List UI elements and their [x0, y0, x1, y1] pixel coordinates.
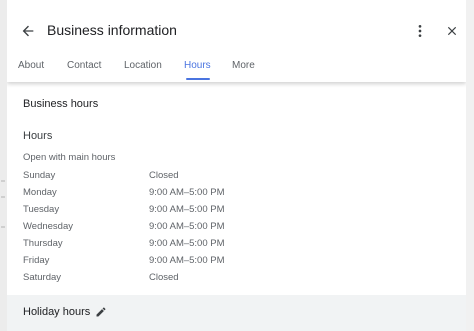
background-edge-left — [0, 0, 7, 331]
pencil-icon — [96, 307, 106, 317]
active-tab-indicator — [186, 78, 210, 80]
business-info-panel: Business information About Contact Locat… — [7, 0, 466, 331]
day-label: Tuesday — [23, 204, 60, 215]
tab-location[interactable]: Location — [124, 60, 162, 71]
section-title: Business hours — [23, 98, 99, 110]
hours-subtitle: Hours — [23, 130, 53, 142]
more-vert-icon — [418, 25, 422, 37]
edge-mark — [1, 226, 5, 228]
tab-bar: About Contact Location Hours More — [7, 56, 466, 82]
panel-header: Business information About Contact Locat… — [7, 0, 466, 82]
more-options-button[interactable] — [412, 22, 428, 40]
day-hours: 9:00 AM–5:00 PM — [149, 221, 225, 232]
hours-row: Sunday Closed — [23, 170, 283, 184]
day-label: Saturday — [23, 272, 62, 283]
tab-more[interactable]: More — [232, 60, 255, 71]
day-hours: 9:00 AM–5:00 PM — [149, 238, 225, 249]
back-button[interactable] — [19, 22, 37, 40]
edge-mark — [1, 180, 5, 182]
day-hours: Closed — [149, 170, 179, 181]
holiday-hours-label: Holiday hours — [23, 306, 91, 318]
hours-row: Thursday 9:00 AM–5:00 PM — [23, 238, 283, 252]
tab-about[interactable]: About — [18, 60, 44, 71]
hours-row: Saturday Closed — [23, 272, 283, 286]
day-hours: 9:00 AM–5:00 PM — [149, 204, 225, 215]
edge-mark — [1, 196, 5, 198]
edit-holiday-hours-button[interactable] — [94, 305, 108, 319]
background-edge-right — [466, 0, 474, 331]
holiday-hours-section: Holiday hours — [7, 295, 466, 331]
day-label: Monday — [23, 187, 57, 198]
close-icon — [447, 26, 457, 36]
day-label: Sunday — [23, 170, 56, 181]
hours-row: Tuesday 9:00 AM–5:00 PM — [23, 204, 283, 218]
hours-row: Friday 9:00 AM–5:00 PM — [23, 255, 283, 269]
day-hours: 9:00 AM–5:00 PM — [149, 187, 225, 198]
hours-row: Monday 9:00 AM–5:00 PM — [23, 187, 283, 201]
day-label: Friday — [23, 255, 50, 266]
page-title: Business information — [47, 22, 177, 38]
close-button[interactable] — [443, 22, 461, 40]
tab-hours[interactable]: Hours — [184, 60, 211, 71]
hours-content: Business hours Hours Open with main hour… — [7, 82, 466, 331]
day-label: Thursday — [23, 238, 63, 249]
tab-contact[interactable]: Contact — [67, 60, 101, 71]
arrow-left-icon — [22, 25, 34, 37]
hours-row: Wednesday 9:00 AM–5:00 PM — [23, 221, 283, 235]
hours-note: Open with main hours — [23, 152, 116, 163]
day-hours: 9:00 AM–5:00 PM — [149, 255, 225, 266]
day-label: Wednesday — [23, 221, 73, 232]
day-hours: Closed — [149, 272, 179, 283]
